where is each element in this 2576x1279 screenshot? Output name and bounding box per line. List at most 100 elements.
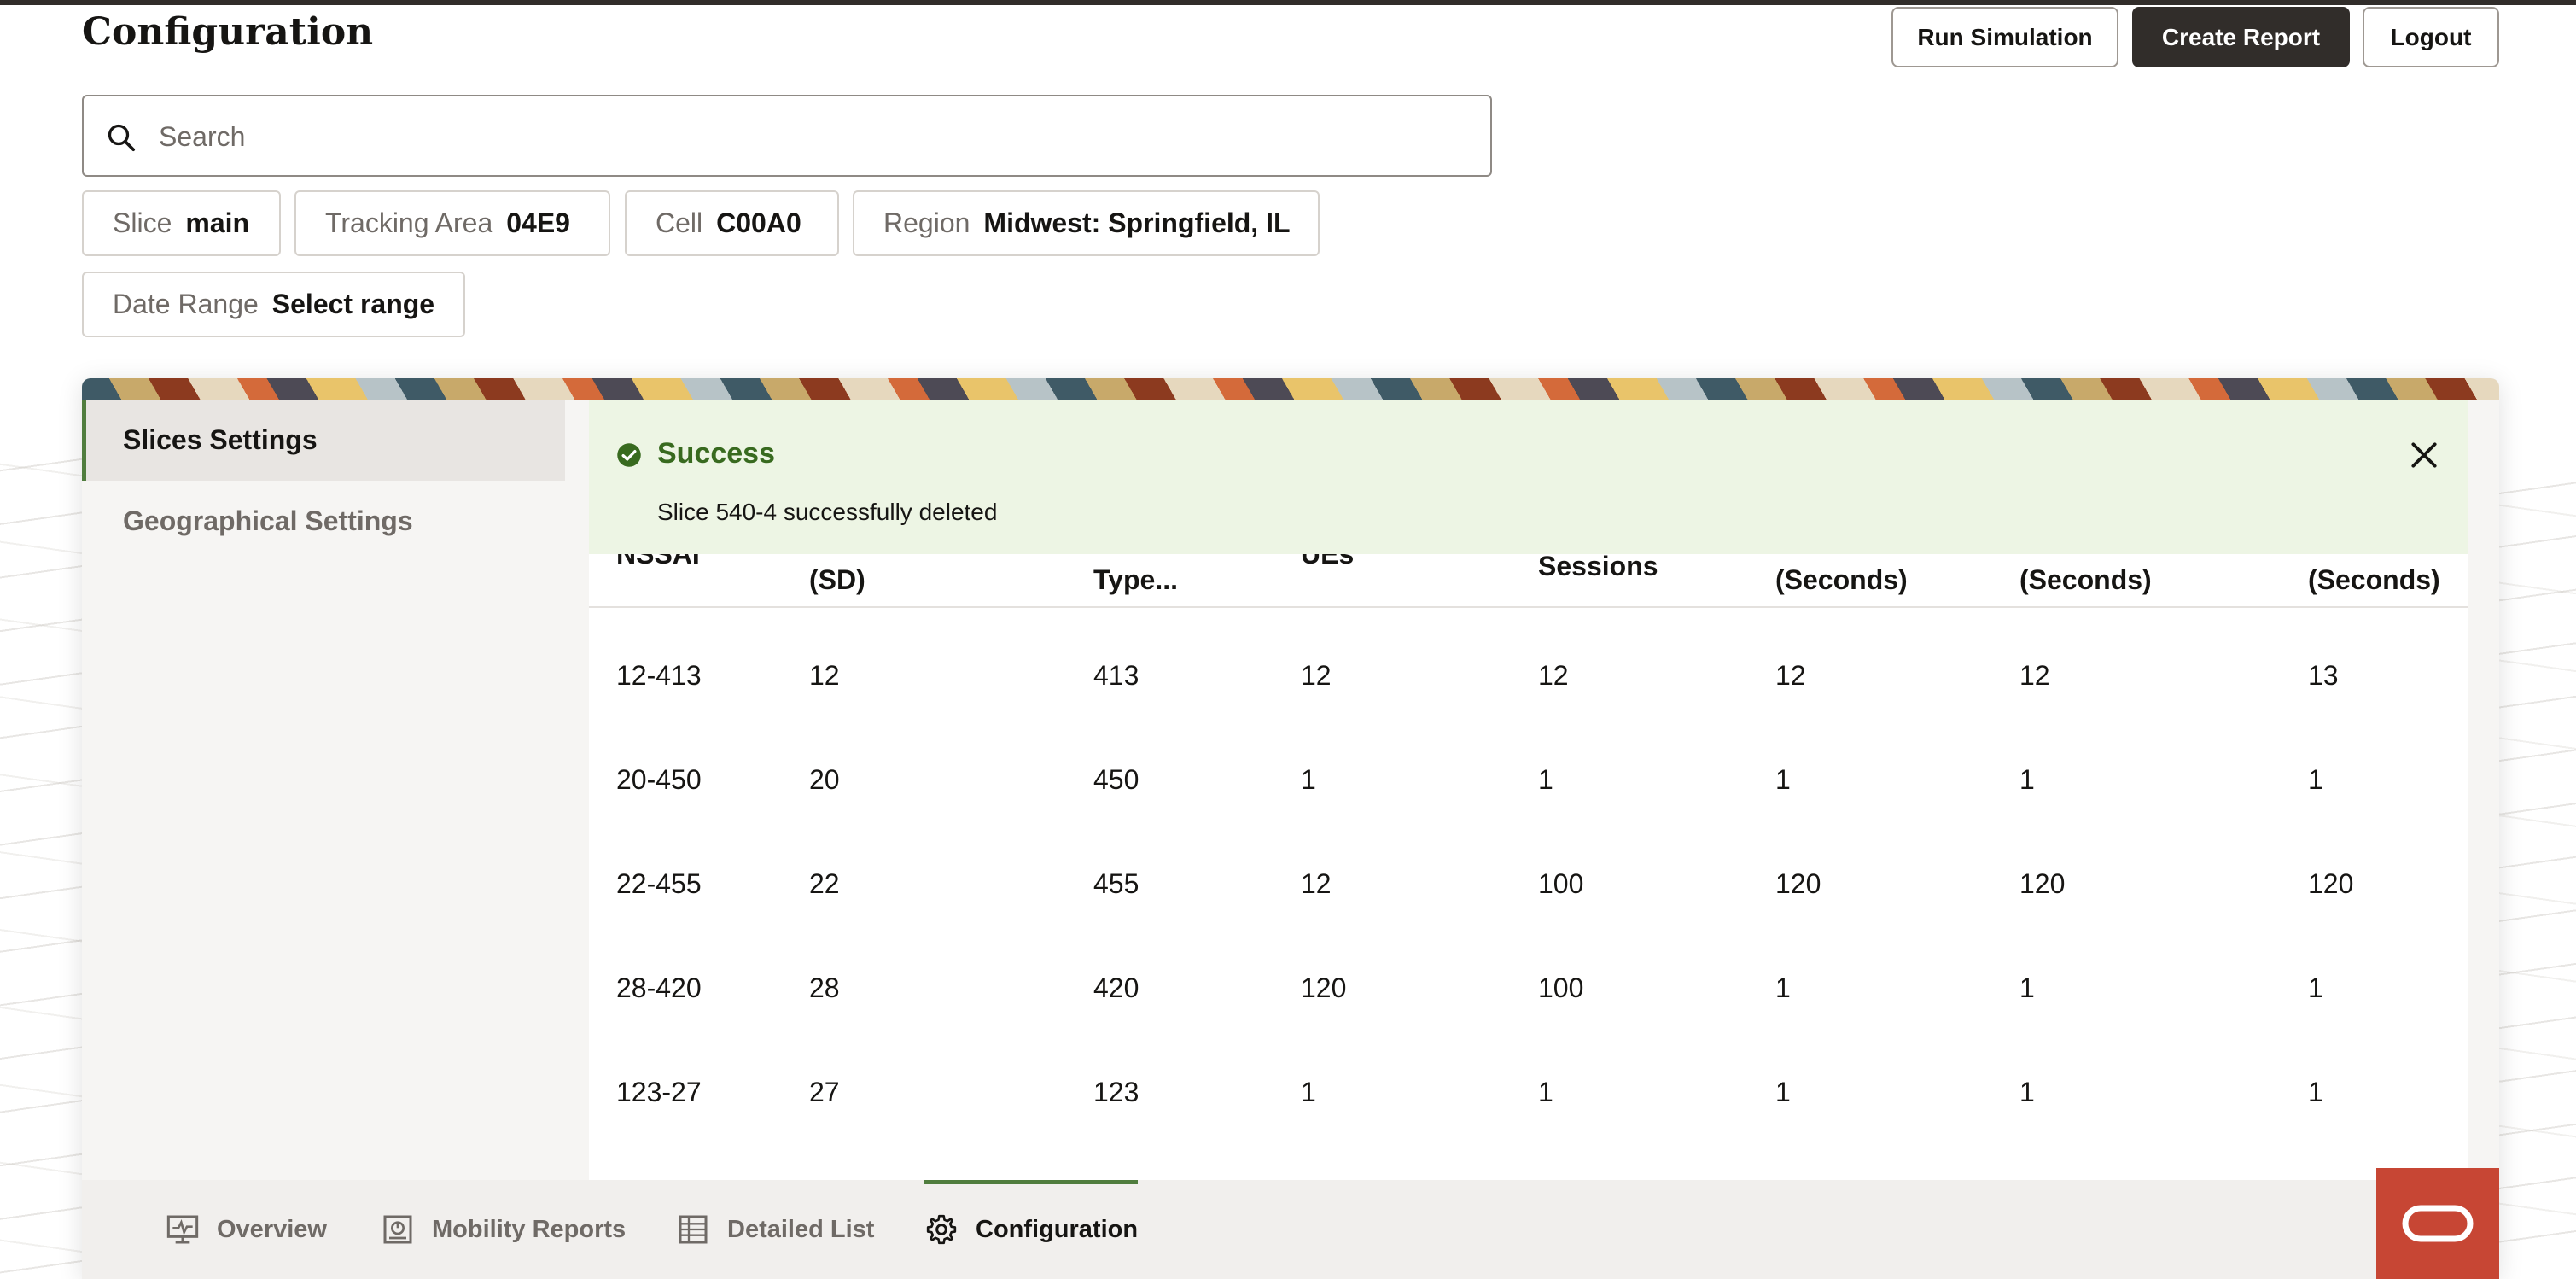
table-cell: 1 [2019,1077,2035,1107]
nav-item-overview[interactable]: Overview [166,1180,327,1279]
table-cell: 1 [1775,764,1791,795]
table-cell: 12 [1775,660,1806,691]
logout-button[interactable]: Logout [2363,7,2499,67]
nav-label: Configuration [976,1215,1139,1243]
filter-label: Region [883,207,970,238]
table-cell: 1 [2308,1077,2323,1107]
table-cell: 1 [2308,972,2323,1003]
table-row[interactable]: 12-413 12 413 12 12 12 12 13 [589,622,2468,727]
search-input[interactable] [159,114,1456,160]
bottom-navigation: Overview Mobility Reports Detailed List … [82,1180,2499,1279]
active-tab-indicator [924,1180,1139,1184]
column-header[interactable]: (SD) [809,564,865,596]
table-cell: 450 [1093,764,1139,795]
gear-icon [926,1214,957,1245]
table-cell: 455 [1093,868,1139,899]
column-header[interactable]: (Seconds) [2019,564,2152,596]
table-cell: 1 [2308,764,2323,795]
table-cell: 100 [1538,868,1584,899]
table-cell: 1 [1301,1077,1316,1107]
table-cell: 1 [1775,1077,1791,1107]
table-cell: 123 [1093,1077,1139,1107]
content-area: NSSAI (SD) Type... UEs Sessions (Seconds… [565,400,2499,1279]
filter-label: Cell [656,207,703,238]
column-header[interactable]: (Seconds) [2308,564,2440,596]
nav-item-mobility-reports[interactable]: Mobility Reports [381,1180,626,1279]
table-cell: 20 [809,764,840,795]
filter-chip-date-range[interactable]: Date Range Select range [82,272,465,337]
table-cell: 1 [1775,972,1791,1003]
list-icon [679,1215,708,1244]
column-header[interactable]: Type... [1093,564,1178,596]
sidebar-item-label: Geographical Settings [123,505,413,536]
filter-chip-tracking-area[interactable]: Tracking Area 04E9 [294,190,610,256]
table-cell: 12-413 [616,660,702,691]
table-cell: 123-27 [616,1077,702,1107]
close-icon[interactable] [2408,439,2440,471]
sidebar-item-geographical-settings[interactable]: Geographical Settings [82,481,565,562]
table-row[interactable]: 28-420 28 420 120 100 1 1 1 [589,935,2468,1039]
slices-table-panel: NSSAI (SD) Type... UEs Sessions (Seconds… [589,400,2468,1279]
table-cell: 1 [2019,764,2035,795]
table-cell: 1 [1301,764,1316,795]
sidebar-item-slices-settings[interactable]: Slices Settings [82,400,565,481]
filter-value: 04E9 [506,207,570,238]
table-row[interactable]: 22-455 22 455 12 100 120 120 120 [589,831,2468,935]
alert-message: Slice 540-4 successfully deleted [657,499,998,525]
oracle-logo-icon [2402,1205,2474,1242]
table-cell: 12 [2019,660,2050,691]
table-cell: 120 [2308,868,2354,899]
alert-title: Success [657,437,775,470]
search-bar[interactable] [82,95,1492,177]
table-cell: 20-450 [616,764,702,795]
table-cell: 12 [809,660,840,691]
column-header[interactable]: (Seconds) [1775,564,1908,596]
nav-label: Mobility Reports [432,1215,627,1243]
filter-value: Select range [271,289,435,319]
create-report-button[interactable]: Create Report [2132,7,2350,67]
table-cell: 13 [2308,660,2339,691]
filter-chip-region[interactable]: Region Midwest: Springfield, IL [853,190,1320,256]
table-cell: 420 [1093,972,1139,1003]
page-title: Configuration [82,10,374,54]
table-cell: 413 [1093,660,1139,691]
decorative-banner [82,378,2499,400]
filter-label: Tracking Area [325,207,493,238]
top-border [0,0,2576,5]
nav-item-configuration[interactable]: Configuration [924,1180,1139,1279]
table-cell: 28 [809,972,840,1003]
table-row[interactable]: 123-27 27 123 1 1 1 1 1 [589,1039,2468,1143]
table-cell: 27 [809,1077,840,1107]
report-icon [383,1215,412,1244]
filter-chip-cell[interactable]: Cell C00A0 [625,190,839,256]
sidebar-item-label: Slices Settings [123,424,318,455]
filter-value: Midwest: Springfield, IL [983,207,1291,238]
success-alert: Success Slice 540-4 successfully deleted [589,400,2468,554]
table-cell: 28-420 [616,972,702,1003]
table-header: NSSAI (SD) Type... UEs Sessions (Seconds… [589,549,2468,608]
table-cell: 1 [1538,764,1553,795]
settings-sidebar: Slices Settings Geographical Settings [82,400,565,1279]
filter-value: C00A0 [716,207,801,238]
table-cell: 22 [809,868,840,899]
table-cell: 1 [2019,972,2035,1003]
table-cell: 12 [1538,660,1569,691]
table-cell: 1 [1538,1077,1553,1107]
table-row[interactable]: 20-450 20 450 1 1 1 1 1 [589,727,2468,831]
monitor-pulse-icon [166,1215,199,1244]
nav-item-detailed-list[interactable]: Detailed List [676,1180,874,1279]
search-icon [108,124,136,152]
run-simulation-button[interactable]: Run Simulation [1891,7,2118,67]
table-cell: 22-455 [616,868,702,899]
table-cell: 120 [1775,868,1821,899]
column-header[interactable]: Sessions [1538,551,1658,582]
table-cell: 12 [1301,868,1332,899]
filter-chip-slice[interactable]: Slice main [82,190,281,256]
table-cell: 12 [1301,660,1332,691]
filter-label: Date Range [113,289,259,319]
filter-value: main [185,207,250,238]
main-card: Slices Settings Geographical Settings NS… [82,378,2499,1279]
oracle-logo-button[interactable] [2376,1168,2499,1279]
table-cell: 100 [1538,972,1584,1003]
nav-label: Detailed List [727,1215,875,1243]
